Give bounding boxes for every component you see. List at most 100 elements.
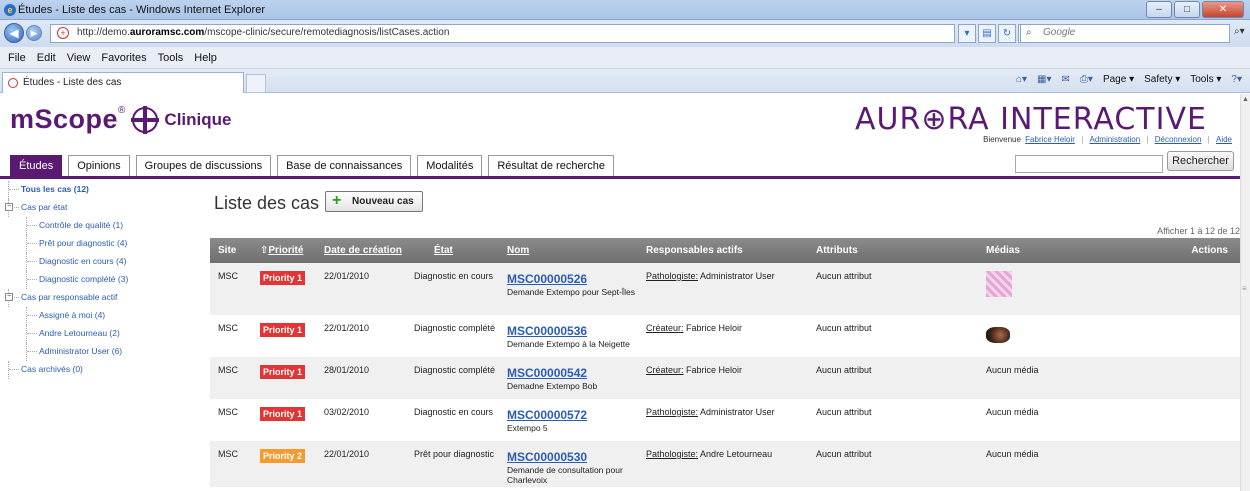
tree-item-label: Diagnostic complété (3) bbox=[39, 274, 129, 284]
page-menu[interactable]: Page ▾ bbox=[1103, 74, 1134, 85]
table-cell: Priority 1 bbox=[252, 315, 316, 357]
tree-item[interactable]: − Cas par état bbox=[5, 199, 205, 217]
tab-groupes[interactable]: Groupes de discussions bbox=[135, 155, 272, 176]
tree-item[interactable]: − Cas par responsable actif bbox=[5, 289, 205, 307]
new-case-button[interactable]: + Nouveau cas bbox=[325, 191, 423, 212]
collapse-icon[interactable]: − bbox=[5, 203, 13, 211]
dropdown-icon[interactable]: ▾ bbox=[958, 24, 976, 43]
tab-opinions[interactable]: Opinions bbox=[68, 155, 130, 176]
table-cell: Aucun attribut bbox=[808, 315, 978, 357]
tree-item[interactable]: Tous les cas (12) bbox=[5, 181, 205, 199]
menu-help[interactable]: Help bbox=[194, 52, 217, 64]
tab-etudes[interactable]: Études bbox=[10, 155, 63, 176]
tree-item[interactable]: Diagnostic complété (3) bbox=[5, 271, 205, 289]
col-name[interactable]: Nom bbox=[499, 238, 638, 263]
date-value: 03/02/2010 bbox=[324, 407, 370, 417]
close-button[interactable]: ✕ bbox=[1202, 1, 1244, 18]
back-button[interactable]: ◀ bbox=[4, 23, 24, 43]
user-link[interactable]: Fabrice Heloir bbox=[1025, 135, 1075, 144]
menu-tools[interactable]: Tools bbox=[158, 52, 184, 64]
resp-role-link[interactable]: Pathologiste: bbox=[646, 449, 698, 459]
tab-base[interactable]: Base de connaissances bbox=[277, 155, 412, 176]
case-description: Demadne Extempo Bob bbox=[507, 381, 598, 391]
tree-item[interactable]: Administrator User (6) bbox=[5, 343, 205, 361]
scroll-grip-icon[interactable]: ≡ bbox=[1242, 284, 1247, 293]
resp-role-link[interactable]: Pathologiste: bbox=[646, 407, 698, 417]
tree-item[interactable]: Andre Letourneau (2) bbox=[5, 325, 205, 343]
menu-view[interactable]: View bbox=[67, 52, 91, 64]
feeds-icon[interactable]: ▦▾ bbox=[1037, 74, 1051, 85]
photo-thumbnail[interactable] bbox=[986, 327, 1010, 343]
page-content: mScope ® Clinique AUR⊕RA INTERACTIVE Bie… bbox=[0, 94, 1240, 491]
table-cell: 22/01/2010 bbox=[316, 263, 406, 315]
resp-role-link[interactable]: Créateur: bbox=[646, 365, 684, 375]
browser-tab[interactable]: Études - Liste des cas bbox=[2, 72, 244, 93]
menu-file[interactable]: File bbox=[8, 52, 26, 64]
compat-icon[interactable]: ▤ bbox=[978, 24, 996, 43]
mail-icon[interactable]: ✉ bbox=[1062, 74, 1070, 85]
separator: | bbox=[1081, 135, 1084, 144]
col-priority[interactable]: ⇧Priorité bbox=[252, 238, 316, 263]
collapse-icon[interactable]: − bbox=[5, 293, 13, 301]
minimize-button[interactable]: – bbox=[1146, 1, 1172, 18]
refresh-icon[interactable]: ↻ bbox=[998, 24, 1016, 43]
home-icon[interactable]: ⌂▾ bbox=[1016, 74, 1027, 85]
page-title: Liste des cas bbox=[214, 193, 320, 213]
address-bar[interactable]: + http://demo.auroramsc.com/mscope-clini… bbox=[50, 24, 955, 43]
col-date-link[interactable]: Date de création bbox=[324, 245, 402, 256]
help-icon[interactable]: ?▾ bbox=[1231, 74, 1242, 85]
vertical-scrollbar[interactable]: ▲ ≡ bbox=[1240, 94, 1250, 491]
tree-item[interactable]: Contrôle de qualité (1) bbox=[5, 217, 205, 235]
forward-button[interactable]: ▶ bbox=[26, 25, 42, 41]
help-link[interactable]: Aide bbox=[1216, 135, 1232, 144]
tree-item[interactable]: Assigné à moi (4) bbox=[5, 307, 205, 325]
table-cell: Aucun média bbox=[978, 399, 1178, 441]
print-icon[interactable]: ⎙▾ bbox=[1080, 74, 1093, 85]
table-cell: Créateur: Fabrice Heloir bbox=[638, 357, 808, 399]
slide-thumbnail[interactable] bbox=[986, 271, 1012, 297]
table-row[interactable]: MSC Priority 1 22/01/2010 Diagnostic complé… bbox=[210, 315, 1240, 357]
logout-link[interactable]: Déconnexion bbox=[1155, 135, 1202, 144]
administration-link[interactable]: Administration bbox=[1090, 135, 1141, 144]
table-cell bbox=[1178, 357, 1240, 399]
tab-modalites[interactable]: Modalités bbox=[417, 155, 483, 176]
col-priority-link[interactable]: Priorité bbox=[268, 245, 303, 256]
menu-edit[interactable]: Edit bbox=[37, 52, 56, 64]
menu-favorites[interactable]: Favorites bbox=[101, 52, 146, 64]
site-search-input[interactable] bbox=[1015, 155, 1163, 173]
maximize-button[interactable]: □ bbox=[1174, 1, 1200, 18]
state-value: Diagnostic complété bbox=[414, 323, 496, 333]
col-name-link[interactable]: Nom bbox=[507, 245, 529, 256]
case-link[interactable]: MSC00000542 bbox=[507, 366, 638, 380]
tools-menu[interactable]: Tools ▾ bbox=[1190, 74, 1221, 85]
tree-item[interactable]: Prêt pour diagnostic (4) bbox=[5, 235, 205, 253]
tree-item[interactable]: Diagnostic en cours (4) bbox=[5, 253, 205, 271]
search-go-icon[interactable]: ⌕▾ bbox=[1234, 26, 1245, 37]
tree-item[interactable]: Cas archivés (0) bbox=[5, 361, 205, 379]
case-link[interactable]: MSC00000536 bbox=[507, 324, 638, 338]
safety-menu[interactable]: Safety ▾ bbox=[1144, 74, 1180, 85]
new-tab-button[interactable] bbox=[246, 74, 266, 93]
resp-role-link[interactable]: Créateur: bbox=[646, 323, 684, 333]
search-button[interactable]: Rechercher bbox=[1167, 151, 1234, 171]
case-link[interactable]: MSC00000526 bbox=[507, 272, 638, 286]
case-description: Demande Extempo à la Neigette bbox=[507, 339, 630, 349]
resp-name: Administrator User bbox=[698, 271, 775, 281]
welcome-text: Bienvenue bbox=[983, 135, 1021, 144]
table-row[interactable]: MSC Priority 1 28/01/2010 Diagnostic complé… bbox=[210, 357, 1240, 399]
table-row[interactable]: MSC Priority 1 03/02/2010 Diagnostic en cou… bbox=[210, 399, 1240, 441]
col-date[interactable]: Date de création bbox=[316, 238, 406, 263]
table-cell: MSC bbox=[210, 263, 252, 315]
tab-resultat[interactable]: Résultat de recherche bbox=[488, 155, 614, 176]
table-row[interactable]: MSC Priority 2 22/01/2010 Prêt pour diagnos… bbox=[210, 441, 1240, 487]
scroll-up-icon[interactable]: ▲ bbox=[1242, 96, 1249, 103]
browser-search-input[interactable]: ⌕ Google bbox=[1020, 24, 1230, 43]
case-link[interactable]: MSC00000572 bbox=[507, 408, 638, 422]
case-link[interactable]: MSC00000530 bbox=[507, 450, 638, 464]
cases-table: Site ⇧Priorité Date de création État Nom… bbox=[210, 238, 1240, 487]
table-cell: Créateur: Fabrice Heloir bbox=[638, 315, 808, 357]
table-row[interactable]: MSC Priority 1 22/01/2010 Diagnostic en cou… bbox=[210, 263, 1240, 315]
resp-role-link[interactable]: Pathologiste: bbox=[646, 271, 698, 281]
col-state-link[interactable]: État bbox=[434, 245, 453, 256]
col-state[interactable]: État bbox=[406, 238, 499, 263]
